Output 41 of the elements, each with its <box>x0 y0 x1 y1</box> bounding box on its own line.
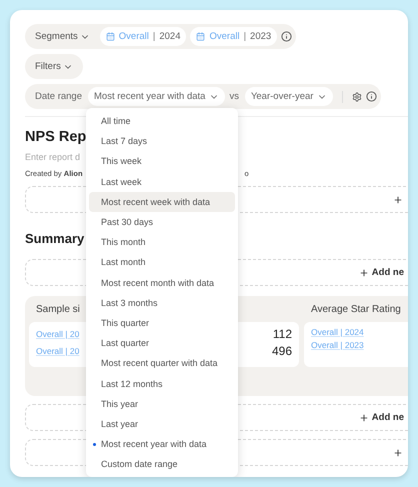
comparison-select[interactable]: Year-over-year <box>244 87 334 106</box>
metric-value: 496 <box>272 344 292 358</box>
menu-item[interactable]: Most recent month with data <box>89 272 235 293</box>
menu-item[interactable]: This year <box>89 394 235 414</box>
menu-item[interactable]: Last year <box>89 414 235 434</box>
menu-item[interactable]: Past 30 days <box>89 212 235 232</box>
info-icon[interactable] <box>366 91 378 102</box>
date-range-select[interactable]: Most recent year with data <box>88 87 226 106</box>
vs-label: vs <box>229 91 239 102</box>
section-heading: Summary <box>25 231 84 246</box>
calendar-icon <box>106 32 115 41</box>
metric-title: Average Star Rating <box>311 304 401 315</box>
settings-icon[interactable] <box>352 92 362 102</box>
menu-item[interactable]: Last month <box>89 252 235 272</box>
plus-icon <box>393 448 403 458</box>
info-icon[interactable] <box>281 31 292 42</box>
report-title: NPS Rep <box>25 129 86 145</box>
menu-item[interactable]: Last 12 months <box>89 373 235 394</box>
calendar-icon <box>196 32 206 41</box>
menu-item[interactable]: Last week <box>89 172 235 192</box>
segment-chip[interactable]: Overall | 2024 <box>100 27 186 46</box>
menu-item[interactable]: Most recent year with data <box>89 434 235 454</box>
menu-item[interactable]: Last 7 days <box>89 131 235 152</box>
segments-button[interactable]: Segments <box>35 31 90 42</box>
menu-item[interactable]: Last 3 months <box>89 292 235 313</box>
menu-item[interactable]: Custom date range <box>89 454 235 474</box>
menu-item[interactable]: This week <box>89 151 235 172</box>
date-range-label: Date range <box>35 91 82 102</box>
menu-item[interactable]: All time <box>89 111 235 132</box>
menu-item[interactable]: Last quarter <box>89 333 235 354</box>
menu-item[interactable]: This quarter <box>89 312 235 334</box>
menu-item[interactable]: Most recent quarter with data <box>89 353 235 374</box>
plus-icon <box>393 194 403 204</box>
segment-chip[interactable]: Overall | 2023 <box>190 27 278 46</box>
plus-icon <box>358 412 369 422</box>
menu-item[interactable]: This month <box>89 232 235 252</box>
filters-button[interactable]: Filters <box>35 61 73 72</box>
menu-item[interactable]: Most recent week with data <box>89 192 235 212</box>
metric-title: Sample si <box>36 304 80 315</box>
metric-value: 112 <box>272 327 292 341</box>
plus-icon <box>358 268 369 278</box>
